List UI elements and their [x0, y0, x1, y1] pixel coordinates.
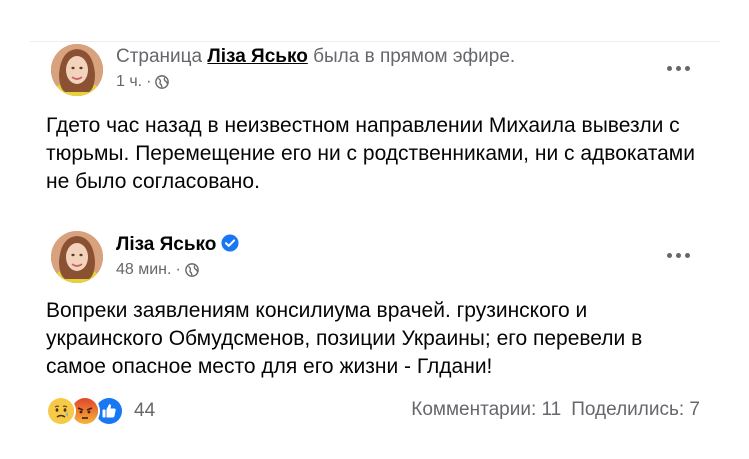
post-body: Гдето час назад в неизвестном направлени… [46, 112, 716, 196]
body-line: украинского Обмудсменов, позиции Украины… [46, 327, 643, 350]
more-options-icon[interactable] [663, 245, 693, 265]
author-name-link[interactable]: Ліза Ясько [116, 234, 216, 255]
globe-icon[interactable] [184, 263, 199, 277]
post-time[interactable]: 48 мин. [116, 260, 171, 280]
post-header: Страница Ліза Ясько была в прямом эфире. [116, 45, 515, 69]
body-line: Гдето час назад в неизвестном направлени… [46, 114, 680, 137]
verified-badge-icon [221, 234, 239, 252]
body-line: Вопреки заявлениям консилиума врачей. гр… [46, 299, 588, 322]
globe-icon[interactable] [155, 75, 170, 89]
post-body: Вопреки заявлениям консилиума врачей. гр… [46, 297, 716, 381]
avatar[interactable] [51, 44, 103, 96]
reaction-count[interactable]: 44 [134, 400, 155, 422]
post-footer: 44 Комментарии: 11 Поделились: 7 [46, 394, 706, 426]
post-header: Ліза Ясько [116, 233, 239, 257]
header-prefix: Страница [116, 46, 208, 67]
shared-live-post: Страница Ліза Ясько была в прямом эфире.… [0, 0, 749, 215]
header-suffix: была в прямом эфире. [307, 46, 516, 67]
body-line: тюрьмы. Перемещение его ни с родственник… [46, 142, 695, 165]
avatar[interactable] [51, 231, 103, 283]
meta-dot: · [175, 261, 181, 278]
body-line: самое опасное место для его жизни - Глда… [46, 355, 493, 378]
shares-count-link[interactable]: Поделились: 7 [571, 399, 700, 420]
divider [30, 41, 720, 42]
post-time[interactable]: 1 ч. [116, 72, 142, 92]
body-line: не было согласовано. [46, 170, 260, 193]
reactions-summary[interactable]: 44 [46, 396, 155, 426]
comments-count-link[interactable]: Комментарии: 11 [411, 399, 561, 420]
post-meta: 48 мин. · [116, 260, 199, 280]
more-options-icon[interactable] [663, 58, 693, 78]
engagement-stats: Комментарии: 11 Поделились: 7 [411, 399, 700, 421]
author-name-link[interactable]: Ліза Ясько [207, 46, 307, 67]
sad-icon [46, 396, 76, 426]
meta-dot: · [146, 73, 152, 90]
post-meta: 1 ч. · [116, 72, 170, 92]
